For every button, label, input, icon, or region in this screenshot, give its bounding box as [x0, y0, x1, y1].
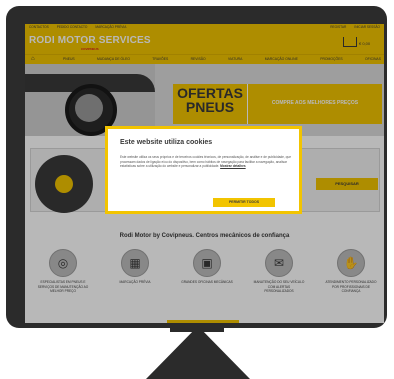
cookie-title: Este website utiliza cookies: [120, 139, 213, 146]
accept-all-button[interactable]: PERMITIR TODOS: [213, 198, 275, 207]
cookie-text: Este website utiliza os seus próprios e …: [120, 155, 292, 169]
browser-screen: CONTACTOS PEDIDO CONTACTO MARCAÇÃO PRÉVI…: [25, 24, 384, 323]
cookie-details-link[interactable]: Mostrar detalhes: [220, 164, 246, 168]
monitor-stand: [146, 326, 250, 379]
cookie-description: Este website utiliza os seus próprios e …: [120, 155, 291, 169]
cookie-dialog: Este website utiliza cookies Este websit…: [105, 126, 302, 214]
